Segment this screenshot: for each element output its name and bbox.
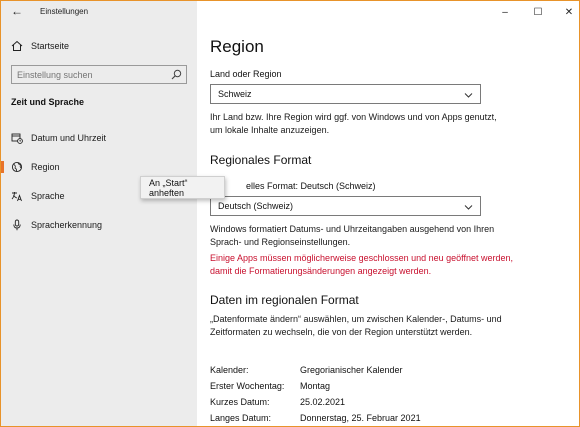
data-description: „Datenformate ändern“ auswählen, um zwis… <box>210 314 502 337</box>
sidebar: Startseite Zeit und Sprache Datum und Uh… <box>1 1 197 426</box>
home-icon <box>11 40 23 52</box>
page-title: Region <box>210 37 264 56</box>
format-dropdown[interactable]: Deutsch (Schweiz) <box>210 196 481 216</box>
kv-value-calendar: Gregorianischer Kalender <box>300 365 403 375</box>
sidebar-item-label: Startseite <box>31 41 70 51</box>
language-icon <box>11 190 23 202</box>
sidebar-item-speech[interactable]: Spracherkennung <box>1 213 197 237</box>
format-label: elles Format: Deutsch (Schweiz) <box>246 181 376 191</box>
sidebar-section-title: Zeit und Sprache <box>11 97 85 107</box>
kv-value-long-date: Donnerstag, 25. Februar 2021 <box>300 413 421 423</box>
kv-label-calendar: Kalender: <box>210 365 249 375</box>
search-box[interactable] <box>11 65 187 84</box>
country-dropdown[interactable]: Schweiz <box>210 84 481 104</box>
microphone-icon <box>11 219 23 231</box>
data-heading: Daten im regionalen Format <box>210 293 359 307</box>
context-menu-pin-to-start[interactable]: An „Start“ anheften <box>140 176 225 199</box>
main-content: Region Land oder Region Schweiz Ihr Land… <box>197 1 579 426</box>
country-description: Ihr Land bzw. Ihre Region wird ggf. von … <box>210 112 497 135</box>
kv-label-short-date: Kurzes Datum: <box>210 397 270 407</box>
country-label: Land oder Region <box>210 69 282 79</box>
chevron-down-icon <box>464 91 473 98</box>
settings-window: Startseite Zeit und Sprache Datum und Uh… <box>0 0 580 427</box>
format-value: Deutsch (Schweiz) <box>218 201 294 211</box>
selection-indicator <box>1 161 4 173</box>
context-menu-item-label: An „Start“ anheften <box>149 177 188 198</box>
back-arrow-icon[interactable]: ← <box>11 4 25 18</box>
window-title: Einstellungen <box>40 7 89 16</box>
kv-value-short-date: 25.02.2021 <box>300 397 346 407</box>
kv-label-first-weekday: Erster Wochentag: <box>210 381 285 391</box>
search-input[interactable] <box>12 66 162 83</box>
sidebar-item-label: Spracherkennung <box>31 220 103 230</box>
calendar-clock-icon <box>11 132 23 144</box>
sidebar-item-home[interactable]: Startseite <box>1 34 197 58</box>
country-value: Schweiz <box>218 89 252 99</box>
search-icon[interactable] <box>171 69 182 80</box>
sidebar-item-label: Datum und Uhrzeit <box>31 133 107 143</box>
kv-label-long-date: Langes Datum: <box>210 413 272 423</box>
sidebar-item-label: Sprache <box>31 191 65 201</box>
sidebar-item-date-time[interactable]: Datum und Uhrzeit <box>1 126 197 150</box>
sidebar-item-label: Region <box>31 162 60 172</box>
restart-warning: Einige Apps müssen möglicherweise geschl… <box>210 253 514 276</box>
globe-icon <box>11 161 23 173</box>
format-heading: Regionales Format <box>210 153 312 167</box>
kv-value-first-weekday: Montag <box>300 381 331 391</box>
chevron-down-icon <box>464 203 473 210</box>
format-description: Windows formatiert Datums- und Uhrzeitan… <box>210 224 495 247</box>
